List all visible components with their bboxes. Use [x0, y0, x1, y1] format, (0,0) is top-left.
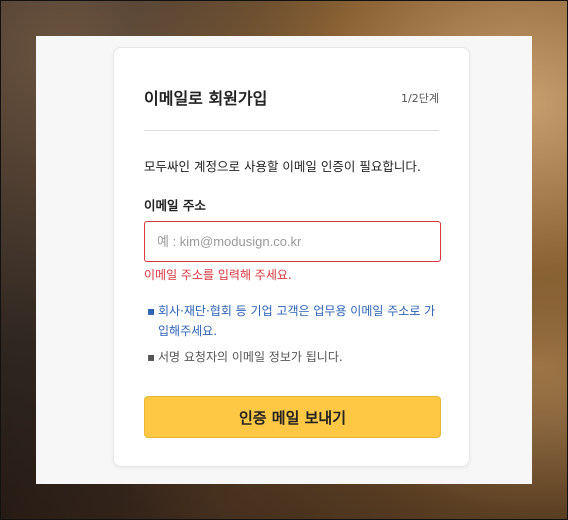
- email-field[interactable]: [144, 221, 441, 262]
- send-verification-button[interactable]: 인증 메일 보내기: [144, 396, 441, 438]
- description-text: 모두싸인 계정으로 사용할 이메일 인증이 필요합니다.: [144, 159, 421, 174]
- step-indicator: 1/2단계: [401, 92, 439, 105]
- email-error-message: 이메일 주소를 입력해 주세요.: [144, 268, 292, 282]
- bullet-icon: ▪: [147, 304, 156, 318]
- divider: [144, 130, 439, 131]
- notice-text: 서명 요청자의 이메일 정보가 됩니다.: [158, 350, 343, 364]
- email-label: 이메일 주소: [144, 198, 206, 213]
- page-title: 이메일로 회원가입: [144, 89, 268, 108]
- notice-item-business-email: ▪ 회사·재단·협회 등 기업 고객은 업무용 이메일 주소로 가입해주세요.: [144, 301, 444, 341]
- notice-text: 회사·재단·협회 등 기업 고객은 업무용 이메일 주소로 가입해주세요.: [158, 304, 436, 338]
- notice-list: ▪ 회사·재단·협회 등 기업 고객은 업무용 이메일 주소로 가입해주세요. …: [144, 301, 444, 367]
- notice-item-signer-email: ▪ 서명 요청자의 이메일 정보가 됩니다.: [144, 347, 444, 367]
- signup-card: 이메일로 회원가입 1/2단계 모두싸인 계정으로 사용할 이메일 인증이 필요…: [113, 47, 470, 467]
- bullet-icon: ▪: [147, 350, 156, 364]
